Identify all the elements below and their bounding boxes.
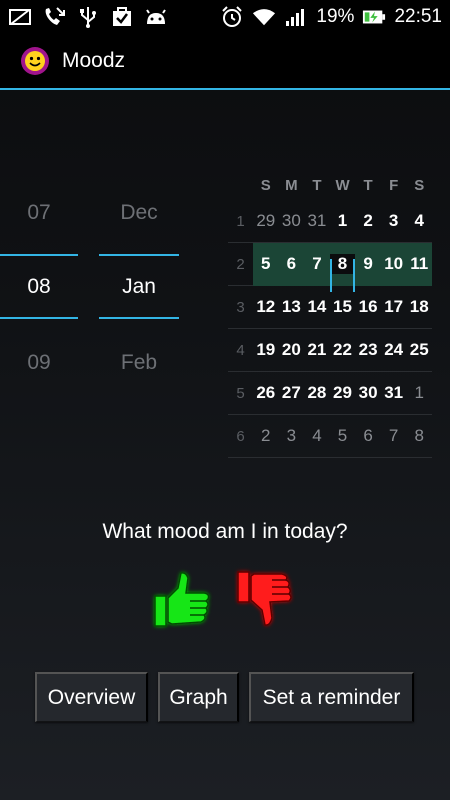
calendar-day[interactable]: 22 bbox=[330, 340, 356, 360]
download-done-icon bbox=[110, 6, 134, 28]
mood-question: What mood am I in today? bbox=[102, 520, 348, 543]
calendar-day[interactable]: 12 bbox=[253, 297, 279, 317]
calendar-day[interactable]: 2 bbox=[253, 426, 279, 446]
calendar-day[interactable]: 30 bbox=[279, 211, 305, 231]
weekday-header: SMTWTFS bbox=[253, 170, 432, 200]
thumbs-down-icon[interactable] bbox=[234, 566, 298, 630]
weekday-label: F bbox=[389, 176, 399, 194]
calendar-day[interactable]: 29 bbox=[330, 383, 356, 403]
calendar-day[interactable]: 5 bbox=[330, 426, 356, 446]
calendar-day[interactable]: 7 bbox=[304, 254, 330, 274]
day-picker-next[interactable]: 09 bbox=[0, 325, 78, 400]
overview-button[interactable]: Overview bbox=[35, 672, 148, 722]
calendar-day[interactable]: 4 bbox=[304, 426, 330, 446]
weekday-label: T bbox=[312, 176, 322, 194]
calendar-day[interactable]: 6 bbox=[355, 426, 381, 446]
calendar-day[interactable]: 31 bbox=[381, 383, 407, 403]
month-picker-next[interactable]: Feb bbox=[99, 325, 179, 400]
usb-icon bbox=[76, 6, 100, 28]
battery-charging-icon bbox=[362, 6, 386, 28]
calendar-day[interactable]: 1 bbox=[406, 383, 432, 403]
calendar-day[interactable]: 11 bbox=[406, 254, 432, 274]
calendar-day[interactable]: 25 bbox=[406, 340, 432, 360]
android-icon bbox=[144, 6, 168, 28]
calendar-day[interactable]: 13 bbox=[279, 297, 305, 317]
week-number: 2 bbox=[236, 255, 245, 273]
smiley-app-icon[interactable] bbox=[20, 46, 50, 76]
calendar-week: 5 26 27 28 29 30 31 1 bbox=[228, 372, 432, 415]
calendar-day[interactable]: 21 bbox=[304, 340, 330, 360]
month-picker[interactable]: Dec Jan Feb bbox=[99, 175, 179, 400]
calendar-day[interactable]: 23 bbox=[355, 340, 381, 360]
calendar-day[interactable]: 27 bbox=[279, 383, 305, 403]
calendar-day[interactable]: 31 bbox=[304, 211, 330, 231]
weekday-label: S bbox=[414, 176, 425, 194]
calendar-day[interactable]: 17 bbox=[381, 297, 407, 317]
calendar-week: 1 29 30 31 1 2 3 4 bbox=[228, 200, 432, 243]
no-sim-icon bbox=[8, 6, 32, 28]
calendar-day[interactable]: 26 bbox=[253, 383, 279, 403]
calendar-week: 62345678 bbox=[228, 415, 432, 458]
status-bar: 19% 22:51 bbox=[0, 0, 450, 33]
week-number: 5 bbox=[236, 384, 245, 402]
calendar-week: 3 12 13 14 15 16 17 18 bbox=[228, 286, 432, 329]
month-picker-current[interactable]: Jan bbox=[99, 254, 179, 319]
calendar-day[interactable]: 24 bbox=[381, 340, 407, 360]
calendar-day[interactable]: 10 bbox=[381, 254, 407, 274]
week-number: 3 bbox=[236, 298, 245, 316]
calendar-day[interactable]: 3 bbox=[381, 211, 407, 231]
week-number: 4 bbox=[236, 341, 245, 359]
wifi-icon bbox=[252, 6, 276, 28]
week-number: 1 bbox=[236, 212, 245, 230]
action-bar: Moodz bbox=[0, 33, 450, 90]
calendar-day[interactable]: 16 bbox=[355, 297, 381, 317]
day-picker-prev[interactable]: 07 bbox=[0, 175, 78, 250]
calendar-week: 4 19 20 21 22 23 24 25 bbox=[228, 329, 432, 372]
signal-icon bbox=[284, 6, 308, 28]
week-number: 6 bbox=[236, 427, 245, 445]
calendar-day[interactable]: 5 bbox=[253, 254, 279, 274]
calendar-day[interactable]: 1 bbox=[330, 211, 356, 231]
calendar-day[interactable]: 6 bbox=[279, 254, 305, 274]
graph-button[interactable]: Graph bbox=[158, 672, 239, 722]
weekday-label: W bbox=[335, 176, 350, 194]
calendar-day[interactable]: 15 bbox=[330, 297, 356, 317]
calendar-day[interactable]: 4 bbox=[406, 211, 432, 231]
calendar-week-selected: 2 5 6 7 8 9 10 11 bbox=[228, 243, 432, 292]
calendar-day[interactable]: 18 bbox=[406, 297, 432, 317]
calendar-day[interactable]: 20 bbox=[279, 340, 305, 360]
calendar-grid: 1 29 30 31 1 2 3 4 2 5 6 7 8 9 10 11 3 12 13 14 15 16 17 18 4 19 2… bbox=[228, 200, 432, 458]
calendar-day[interactable]: 29 bbox=[253, 211, 279, 231]
calendar-day[interactable]: 19 bbox=[253, 340, 279, 360]
calendar-day[interactable]: 8 bbox=[406, 426, 432, 446]
calendar-day[interactable]: 9 bbox=[355, 254, 381, 274]
alarm-icon bbox=[220, 5, 244, 28]
calendar-day[interactable]: 28 bbox=[304, 383, 330, 403]
calendar: SMTWTFS 1 29 30 31 1 2 3 4 2 5 6 7 8 9 10 11 3 12 13 14 15 16… bbox=[228, 170, 432, 458]
clock: 22:51 bbox=[394, 5, 442, 27]
calendar-day[interactable]: 14 bbox=[304, 297, 330, 317]
battery-percent: 19% bbox=[316, 5, 355, 27]
calendar-day-today[interactable]: 8 bbox=[329, 254, 356, 292]
weekday-label: T bbox=[363, 176, 373, 194]
calendar-day[interactable]: 30 bbox=[355, 383, 381, 403]
app-title: Moodz bbox=[62, 48, 126, 72]
set-reminder-button[interactable]: Set a reminder bbox=[249, 672, 414, 722]
calendar-day[interactable]: 3 bbox=[279, 426, 305, 446]
month-picker-prev[interactable]: Dec bbox=[99, 175, 179, 250]
thumbs-up-icon[interactable] bbox=[150, 568, 214, 632]
weekday-label: M bbox=[285, 176, 298, 194]
day-picker-current[interactable]: 08 bbox=[0, 254, 78, 319]
calendar-day[interactable]: 7 bbox=[381, 426, 407, 446]
missed-call-icon bbox=[42, 6, 66, 28]
calendar-day[interactable]: 2 bbox=[355, 211, 381, 231]
day-picker[interactable]: 07 08 09 bbox=[0, 175, 78, 400]
weekday-label: S bbox=[260, 176, 271, 194]
